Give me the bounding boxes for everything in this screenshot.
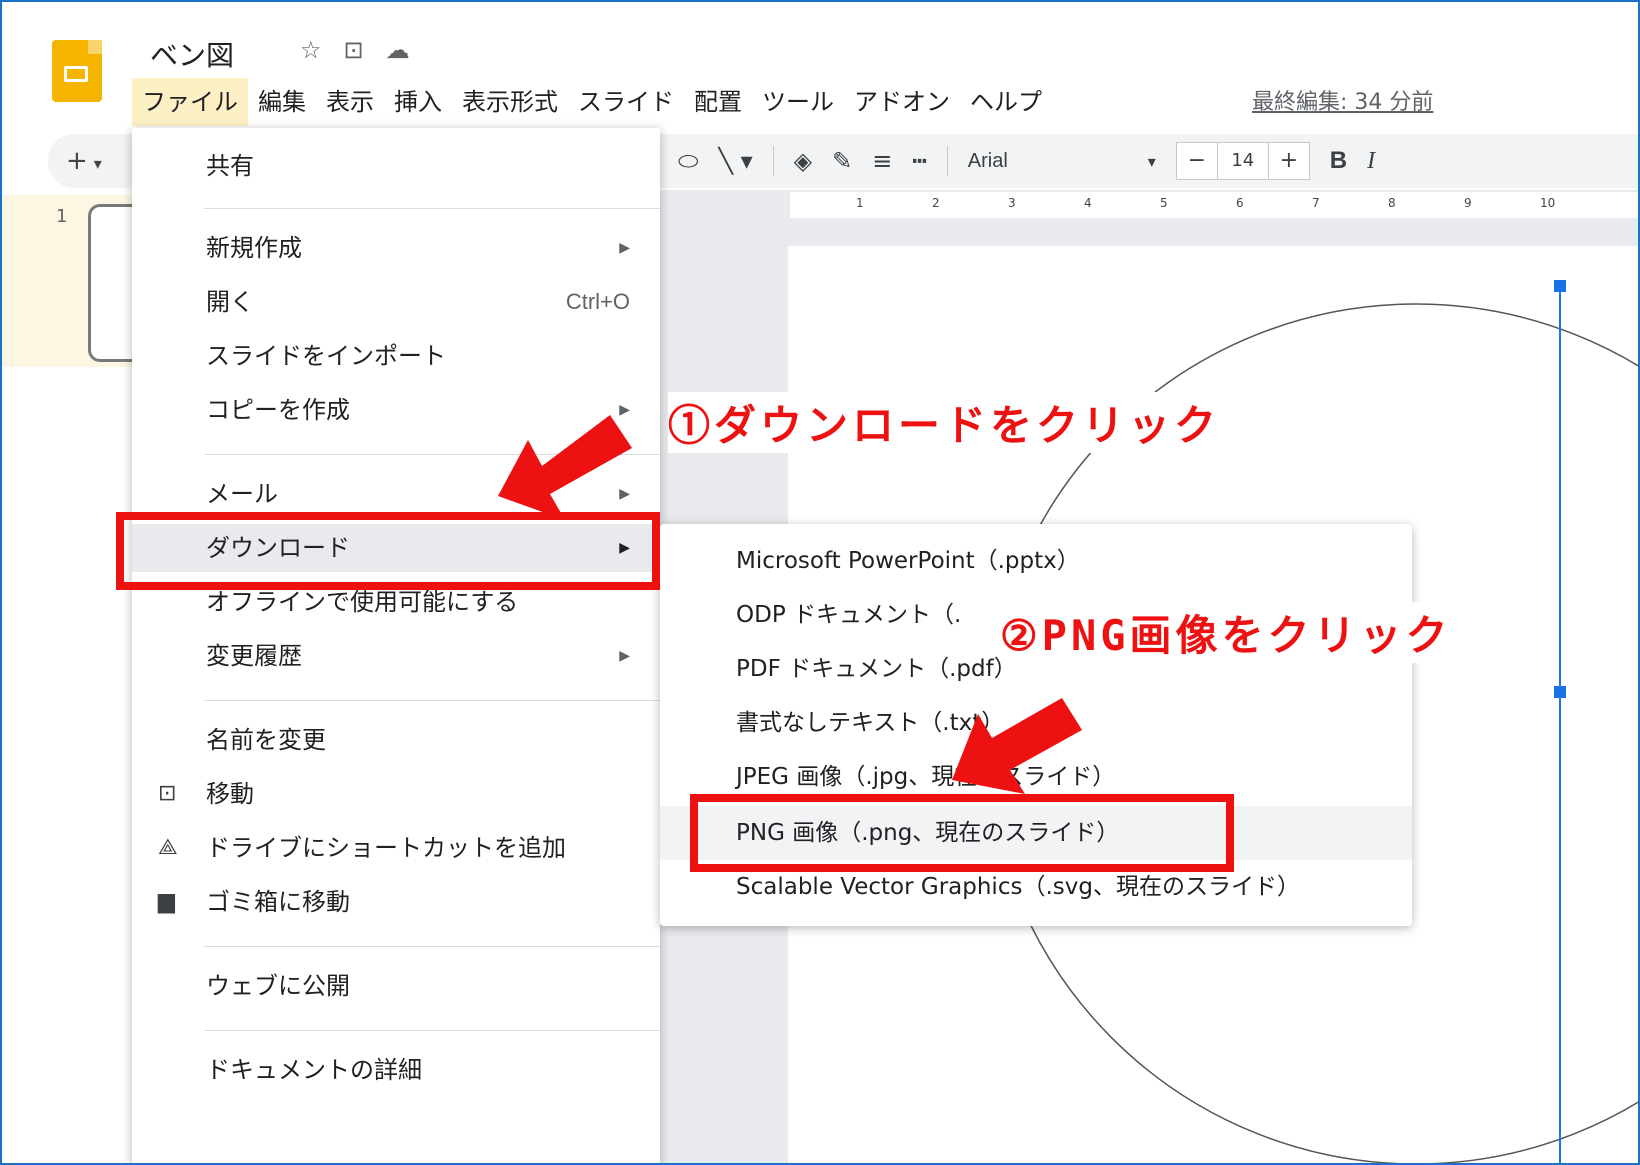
annotation-arrows [498, 415, 1082, 794]
arrow-icon-step2 [952, 698, 1082, 794]
arrow-icon-step1 [498, 415, 632, 520]
